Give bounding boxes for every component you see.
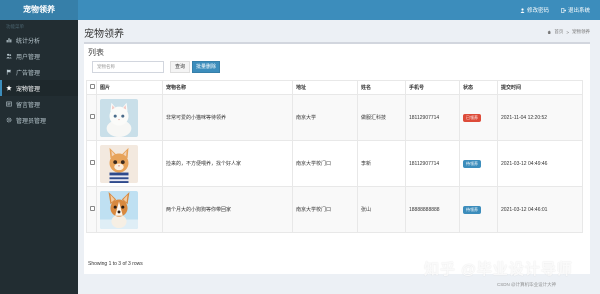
pet-name-cell: 捡来的，不方便喂养，找个好人家 xyxy=(162,140,293,187)
logout-link[interactable]: 退出系统 xyxy=(561,6,590,14)
address-cell: 南京大学校门口 xyxy=(292,140,358,187)
column-header: 姓名 xyxy=(357,80,406,95)
change-password-link[interactable]: 修改密码 xyxy=(520,6,549,14)
app-logo[interactable]: 宠物领养 xyxy=(0,0,78,20)
sidebar-item-admins[interactable]: 管理员管理 xyxy=(0,112,78,128)
person-cell: 做服汇科技 xyxy=(357,94,406,141)
status-badge: 待领养 xyxy=(463,159,481,168)
sidebar-item-ads[interactable]: 广告管理 xyxy=(0,64,78,80)
phone-cell: 18112907714 xyxy=(405,94,460,141)
breadcrumb-separator: > xyxy=(566,29,569,35)
users-icon xyxy=(6,53,12,59)
address-cell: 南京大学 xyxy=(292,94,358,141)
time-cell: 2021-03-12 04:46:01 xyxy=(497,186,583,233)
sidebar-item-statistics[interactable]: 统计分析 xyxy=(0,32,78,48)
status-badge: 待领养 xyxy=(463,205,481,214)
row-select-cell xyxy=(86,186,97,233)
person-cell: 张山 xyxy=(357,186,406,233)
home-icon xyxy=(547,30,551,34)
pet-image-cell xyxy=(96,94,163,141)
sidebar-header: 功能菜单 xyxy=(6,24,24,29)
pet-name-cell: 两个月大的小狗狗等你带回家 xyxy=(162,186,293,233)
column-header: 提交时间 xyxy=(497,80,583,95)
table-row[interactable]: 捡来的，不方便喂养，找个好人家 南京大学校门口 李新 18112907714 待… xyxy=(86,140,583,187)
sidebar-item-label: 宠物管理 xyxy=(16,86,41,93)
status-cell: 待领养 xyxy=(459,186,498,233)
main-content: 宠物领养 首页 > 宠物领养 列表 宠物名称 查询 批量删除 图片 宠物名称 地… xyxy=(78,20,600,294)
sidebar-item-label: 统计分析 xyxy=(16,38,41,45)
pagination-info: Showing 1 to 3 of 3 rows xyxy=(88,261,143,267)
pet-table: 图片 宠物名称 地址 姓名 手机号 状态 提交时间 非常可爱的小猫咪等待领养 南… xyxy=(86,80,583,233)
logout-icon xyxy=(561,7,566,13)
table-header-row: 图片 宠物名称 地址 姓名 手机号 状态 提交时间 xyxy=(86,80,583,95)
time-cell: 2021-03-12 04:49:46 xyxy=(497,140,583,187)
sidebar-item-label: 留言管理 xyxy=(16,102,41,109)
breadcrumb-home[interactable]: 首页 xyxy=(554,29,563,35)
status-cell: 已领养 xyxy=(459,94,498,141)
logout-label: 退出系统 xyxy=(567,8,590,14)
select-all-checkbox[interactable] xyxy=(90,84,95,89)
pet-image-cell xyxy=(96,186,163,233)
sidebar-item-label: 管理员管理 xyxy=(16,118,47,125)
column-header: 手机号 xyxy=(405,80,460,95)
sidebar-item-label: 用户管理 xyxy=(16,54,41,61)
phone-cell: 18112907714 xyxy=(405,140,460,187)
message-icon xyxy=(6,101,12,107)
status-cell: 待领养 xyxy=(459,140,498,187)
row-checkbox[interactable] xyxy=(90,206,95,211)
table-row[interactable]: 非常可爱的小猫咪等待领养 南京大学 做服汇科技 18112907714 已领养 … xyxy=(86,94,583,141)
pet-image-cell xyxy=(96,140,163,187)
star-icon xyxy=(6,85,12,91)
search-input[interactable]: 宠物名称 xyxy=(92,61,164,73)
watermark-main: 知乎 @毕业设计导师 xyxy=(424,261,573,278)
time-cell: 2021-11-04 12:20:52 xyxy=(497,94,583,141)
breadcrumb-current: 宠物领养 xyxy=(572,29,590,34)
select-all-cell xyxy=(86,80,97,95)
column-header: 状态 xyxy=(459,80,498,95)
gear-icon xyxy=(6,117,12,123)
person-cell: 李新 xyxy=(357,140,406,187)
column-header: 图片 xyxy=(96,80,163,95)
pet-image[interactable] xyxy=(100,98,138,137)
watermark-sub: CSDN @计算机毕业设计大神 xyxy=(497,282,557,287)
row-select-cell xyxy=(86,94,97,141)
row-checkbox[interactable] xyxy=(90,114,95,119)
top-navbar: 宠物领养 修改密码 退出系统 xyxy=(0,0,600,20)
column-header: 地址 xyxy=(292,80,358,95)
phone-cell: 18888888888 xyxy=(405,186,460,233)
page-title: 宠物领养 xyxy=(84,29,124,40)
status-badge: 已领养 xyxy=(463,113,481,122)
sidebar-item-pets[interactable]: 宠物管理 xyxy=(0,80,78,96)
pet-image[interactable] xyxy=(100,190,138,229)
column-header: 宠物名称 xyxy=(162,80,293,95)
sidebar: 功能菜单 统计分析 用户管理 广告管理 宠物管理 留言管理 管理员管理 xyxy=(0,20,78,294)
query-button[interactable]: 查询 xyxy=(170,61,190,73)
list-title: 列表 xyxy=(88,48,104,57)
batch-delete-button[interactable]: 批量删除 xyxy=(192,61,220,73)
breadcrumb: 首页 > 宠物领养 xyxy=(547,29,590,35)
bar-chart-icon xyxy=(6,38,12,43)
table-row[interactable]: 两个月大的小狗狗等你带回家 南京大学校门口 张山 18888888888 待领养… xyxy=(86,186,583,233)
pet-image[interactable] xyxy=(100,144,138,183)
sidebar-item-label: 广告管理 xyxy=(16,70,41,77)
change-password-label: 修改密码 xyxy=(526,8,549,14)
row-checkbox[interactable] xyxy=(90,160,95,165)
pet-name-cell: 非常可爱的小猫咪等待领养 xyxy=(162,94,293,141)
sidebar-item-messages[interactable]: 留言管理 xyxy=(0,96,78,112)
top-links: 修改密码 退出系统 xyxy=(520,0,590,20)
row-select-cell xyxy=(86,140,97,187)
user-icon xyxy=(520,7,525,13)
sidebar-item-users[interactable]: 用户管理 xyxy=(0,48,78,64)
flag-icon xyxy=(6,69,12,75)
address-cell: 南京大学校门口 xyxy=(292,186,358,233)
